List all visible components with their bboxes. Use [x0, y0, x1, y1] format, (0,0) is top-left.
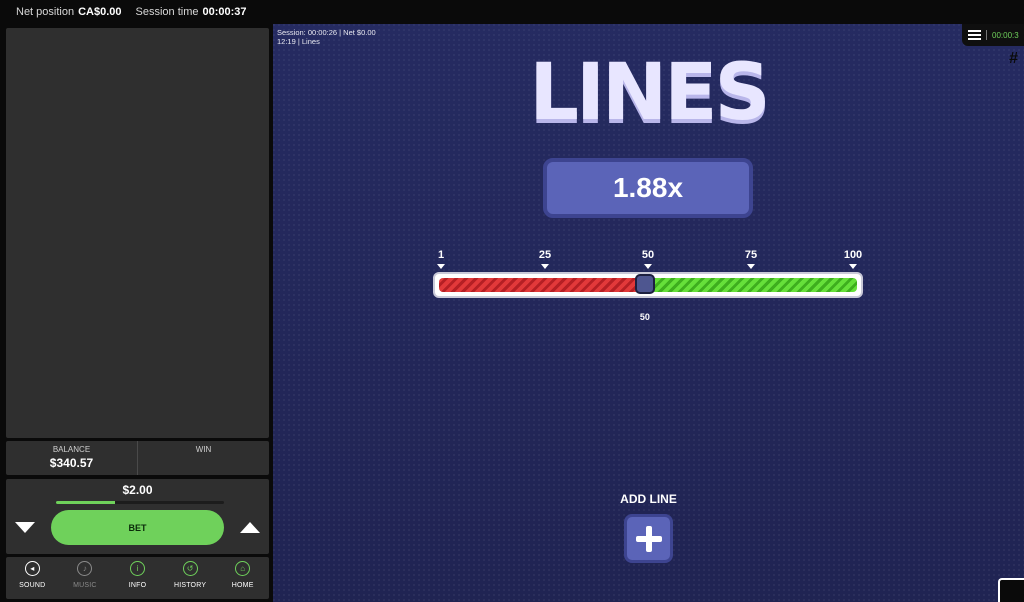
bet-panel: $2.00 BET [6, 479, 269, 554]
nav-home-label: HOME [231, 582, 254, 589]
net-position-label: Net position [16, 6, 75, 18]
scale-tick [747, 264, 755, 269]
game-area: Session: 00:00:26 | Net $0.00 12:19 | Li… [273, 24, 1024, 602]
increase-bet-button[interactable] [240, 522, 260, 533]
scale-label-1: 1 [437, 249, 445, 261]
bottom-nav: ◂ SOUND ♪ MUSIC i INFO ↺ HISTORY ⌂ HOME [6, 557, 269, 599]
nav-history-label: HISTORY [173, 582, 207, 589]
add-line-label: ADD LINE [620, 492, 677, 506]
scale-tick [644, 264, 652, 269]
decrease-bet-button[interactable] [15, 522, 35, 533]
slider-track-win [645, 278, 857, 292]
balance-label: BALANCE [52, 445, 91, 454]
slider-track-lose [439, 278, 646, 292]
bet-button[interactable]: BET [51, 510, 224, 545]
nav-home[interactable]: ⌂ HOME [216, 557, 269, 599]
scale-tick [437, 264, 445, 269]
game-menu-box: 00:00:3 [962, 24, 1024, 46]
balance-value: $340.57 [49, 456, 94, 470]
session-info-line1: Session: 00:00:26 | Net $0.00 [277, 28, 376, 37]
menu-divider [986, 30, 987, 40]
session-time-value: 00:00:37 [202, 6, 247, 18]
plus-icon [635, 525, 662, 552]
scale-label-75: 75 [744, 249, 758, 261]
nav-music[interactable]: ♪ MUSIC [59, 557, 112, 599]
hash-icon: # [1009, 50, 1018, 67]
preview-area [6, 28, 269, 438]
corner-widget [998, 578, 1024, 602]
bet-amount-progress-fill [56, 501, 115, 504]
slider-value-label: 50 [639, 312, 650, 322]
multiplier-display: 1.88x [543, 158, 753, 218]
scale-tick [849, 264, 857, 269]
bet-amount: $2.00 [122, 483, 153, 497]
nav-sound-label: SOUND [19, 582, 46, 589]
game-clock: 00:00:3 [992, 30, 1019, 40]
net-position-value: CA$0.00 [78, 6, 122, 18]
session-info: Session: 00:00:26 | Net $0.00 12:19 | Li… [277, 28, 376, 46]
home-icon: ⌂ [235, 561, 251, 576]
session-time-label: Session time [135, 6, 199, 18]
top-status-bar: Net position CA$0.00 Session time 00:00:37 [0, 0, 1024, 24]
add-line-button[interactable] [624, 514, 673, 563]
nav-music-label: MUSIC [73, 582, 97, 589]
win-cell: WIN [137, 441, 269, 475]
stats-bar: BALANCE $340.57 WIN [6, 441, 269, 475]
info-icon: i [129, 561, 145, 576]
history-icon: ↺ [182, 561, 198, 576]
left-panel: BALANCE $340.57 WIN $2.00 BET ◂ SOUND ♪ … [0, 24, 273, 602]
session-info-line2: 12:19 | Lines [277, 37, 320, 46]
win-label: WIN [195, 445, 212, 454]
net-position: Net position CA$0.00 [16, 6, 122, 18]
slider-thumb[interactable] [634, 274, 655, 294]
nav-info[interactable]: i INFO [111, 557, 164, 599]
scale-label-50: 50 [641, 249, 655, 261]
speaker-muted-icon: ◂ [24, 561, 40, 576]
scale-label-25: 25 [538, 249, 552, 261]
nav-sound[interactable]: ◂ SOUND [6, 557, 59, 599]
scale-tick [541, 264, 549, 269]
hamburger-menu-icon[interactable] [968, 30, 981, 40]
session-time: Session time 00:00:37 [136, 6, 247, 18]
nav-info-label: INFO [128, 582, 147, 589]
scale-label-100: 100 [843, 249, 863, 261]
nav-history[interactable]: ↺ HISTORY [164, 557, 217, 599]
music-note-icon: ♪ [77, 561, 93, 576]
game-title: LINES [529, 48, 770, 138]
bet-amount-progress [56, 501, 224, 504]
balance-cell: BALANCE $340.57 [6, 441, 137, 475]
